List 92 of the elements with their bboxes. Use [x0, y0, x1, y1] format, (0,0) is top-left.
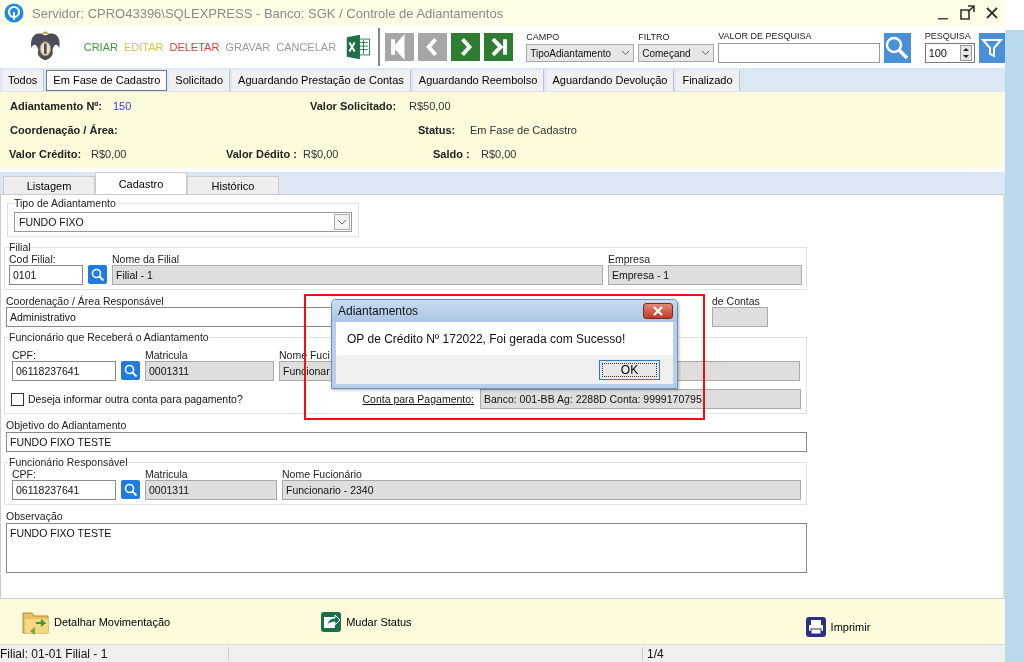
search-value-label: VALOR DE PESQUISA [718, 31, 813, 41]
field-label: de Contas [712, 295, 760, 307]
field-label: Nome Fucionário [282, 468, 362, 480]
readonly-field [712, 307, 768, 327]
field-label: Conta para Pagamento: [361, 393, 474, 405]
field-value: R$0,00 [91, 148, 128, 160]
field-label: Valor Crédito: [8, 148, 83, 160]
field-label: Valor Dédito : [226, 148, 298, 160]
toolbar-action[interactable]: DELETAR [166, 41, 223, 53]
close-button[interactable] [643, 303, 673, 319]
field-value: R$0,00 [481, 148, 517, 160]
objective-field[interactable]: FUNDO FIXO TESTE [6, 432, 807, 452]
group-title: Tipo de Adiantamento [14, 198, 116, 209]
field-label: CPF: [12, 349, 36, 361]
dialog-message: OP de Crédito Nº 172022, Foi gerada com Sucesso! [347, 331, 626, 346]
field-label: CAMPO [526, 32, 561, 42]
status-tab[interactable]: Solicitado [169, 69, 231, 91]
field-label: Matricula [145, 468, 188, 480]
cpf-field[interactable]: 06118237641 [12, 480, 116, 500]
status-tab[interactable]: Aguardando Prestação de Contas [232, 69, 411, 91]
field-label: Valor Solicitado: [310, 100, 398, 112]
close-icon[interactable] [985, 6, 999, 20]
field-label: Saldo : [433, 148, 471, 160]
window-title: Servidor: CPRO43396\SQLEXPRESS - Banco: SGK / Controle de Adiantamentos [32, 5, 504, 21]
result-limit-spinner[interactable]: 100 [924, 43, 975, 63]
status-tab[interactable]: Aguardando Reembolso [412, 69, 545, 91]
restore-icon[interactable] [959, 5, 975, 21]
status-tab[interactable]: Em Fase de Cadastro [46, 69, 168, 91]
field-label: Objetivo do Adiantamento [6, 419, 128, 431]
group-title: Funcionário Responsável [9, 457, 128, 468]
result-limit-label: PESQUISA [924, 31, 972, 41]
dialog-title: Adiantamentos [338, 304, 419, 318]
branch-name-field: Filial - 1 [112, 265, 603, 285]
app-logo-icon [4, 3, 24, 23]
field-label: Adiantamento Nº: [9, 100, 104, 112]
field-label: Observação [6, 510, 64, 522]
caret-icon [701, 50, 711, 56]
form-tab[interactable]: Histórico [187, 176, 279, 194]
cpf-field[interactable]: 06118237641 [12, 361, 116, 381]
field-label: Coordenação / Área: [9, 124, 119, 136]
notes-field[interactable]: FUNDO FIXO TESTE [6, 523, 807, 573]
status-tab[interactable]: Aguardando Devolução [546, 69, 675, 91]
field-label: Matricula [145, 349, 188, 361]
toolbar-action[interactable]: CRIAR [80, 41, 121, 53]
action-button[interactable]: Detalhar Movimentação [22, 608, 171, 635]
checkbox[interactable] [11, 392, 24, 406]
field-value: Em Fase de Cadastro [470, 124, 577, 136]
caret-icon [334, 214, 350, 230]
field-label: Empresa [608, 253, 650, 265]
company-field: Empresa - 1 [608, 265, 802, 285]
record-counter: 1/4 [642, 646, 664, 661]
navigation-button[interactable] [451, 33, 481, 61]
payment-account-field: Banco: 001-BB Ag: 2288D Conta: 9999170795 [480, 389, 801, 409]
search-button[interactable] [121, 361, 140, 380]
search-button[interactable] [121, 480, 140, 499]
search-button[interactable] [884, 33, 911, 63]
form-tab[interactable]: Cadastro [95, 172, 187, 194]
field-value: 150 [113, 100, 133, 112]
field-label: Nome da Filial [112, 253, 180, 265]
form-tab[interactable]: Listagem [3, 176, 95, 194]
spreadsheet-icon[interactable] [345, 32, 372, 62]
branch-code-field[interactable]: 0101 [9, 265, 83, 285]
search-button[interactable] [88, 265, 107, 284]
status-text: Filial: 01-01 Filial - 1 [0, 646, 229, 661]
filter-label: FILTRO [638, 32, 671, 42]
field-label: Cod Filial: [9, 253, 56, 265]
printer-icon [804, 615, 827, 638]
caret-icon [621, 50, 631, 56]
field-value: R$0,00 [303, 148, 340, 160]
field-value: R$50,00 [409, 100, 451, 112]
group-title: Filial [9, 242, 31, 253]
field-label: Status: [418, 124, 457, 136]
filter-dropdown[interactable]: Começand [638, 44, 715, 62]
navigation-button[interactable] [484, 33, 514, 61]
action-button[interactable]: Mudar Status [320, 610, 412, 633]
ok-button[interactable]: OK [599, 359, 660, 380]
field-label: Coordenação / Área Responsável [6, 295, 164, 307]
action-button[interactable]: Imprimir [804, 615, 871, 638]
status-tab[interactable]: Finalizado [676, 69, 740, 91]
registration-field: 0001311 [145, 361, 274, 381]
employee-name-field: Funcionario - 2340 [282, 480, 801, 500]
advance-type-dropdown[interactable]: FUNDO FIXO [14, 212, 352, 232]
field-label: CPF: [12, 468, 36, 480]
share-icon [320, 610, 343, 633]
search-field[interactable] [718, 43, 881, 63]
field-dropdown[interactable]: TipoAdiantamento [526, 44, 635, 62]
group-title: Funcionário que Receberá o Adiantamento [9, 332, 209, 343]
registration-field: 0001311 [145, 480, 277, 500]
checkbox-label: Deseja informar outra conta para pagamento? [28, 393, 244, 405]
close-icon [652, 306, 664, 316]
filter-button[interactable] [978, 33, 1005, 63]
status-tab[interactable]: Todos [2, 69, 45, 91]
